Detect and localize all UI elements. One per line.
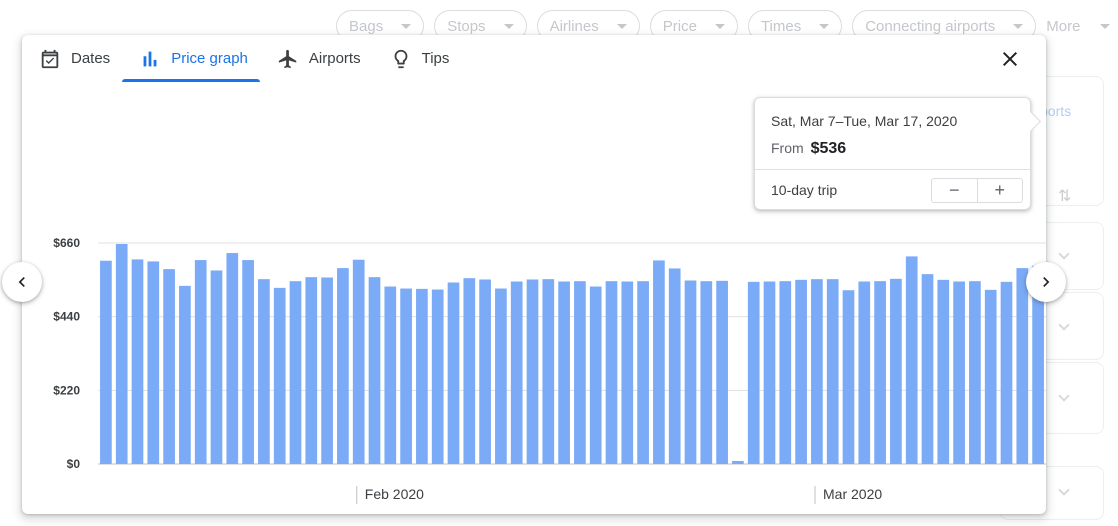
filter-chip-label: Stops: [447, 17, 486, 35]
price-tooltip: Sat, Mar 7–Tue, Mar 17, 2020 From $536 1…: [754, 97, 1031, 210]
price-bar[interactable]: [479, 279, 491, 464]
trip-length-stepper: − +: [931, 178, 1023, 203]
price-bar[interactable]: [605, 281, 618, 464]
price-bar[interactable]: [321, 277, 333, 464]
filter-more-label: More: [1046, 17, 1081, 35]
x-tick-label: Feb 2020: [365, 486, 424, 502]
filter-chip-label: Bags: [349, 17, 384, 35]
price-bar[interactable]: [416, 288, 428, 464]
price-bar[interactable]: [163, 269, 175, 464]
caret-down-icon: [714, 23, 725, 29]
price-bar[interactable]: [131, 259, 144, 464]
tooltip-dates: Sat, Mar 7–Tue, Mar 17, 2020: [771, 113, 958, 129]
price-bar[interactable]: [495, 288, 507, 464]
price-bar[interactable]: [115, 244, 128, 464]
price-bar[interactable]: [289, 281, 302, 464]
price-bar[interactable]: [763, 281, 776, 464]
x-tick-label: Mar 2020: [823, 486, 882, 502]
tooltip-price-prefix: From: [771, 140, 804, 156]
caret-down-icon: [1013, 23, 1024, 29]
y-tick-label: $0: [67, 457, 81, 471]
price-bar[interactable]: [905, 256, 918, 464]
caret-down-icon: [401, 23, 412, 29]
price-bar[interactable]: [700, 281, 713, 464]
price-bar[interactable]: [1000, 281, 1013, 464]
y-tick-label: $220: [53, 383, 80, 397]
caret-down-icon: [616, 23, 627, 29]
price-bar[interactable]: [716, 280, 728, 464]
price-bar[interactable]: [352, 259, 365, 464]
tooltip-price-line: From $536: [771, 140, 846, 158]
price-bar[interactable]: [100, 260, 112, 464]
next-dates-button[interactable]: [1026, 262, 1066, 302]
filter-chip-label: Times: [760, 17, 802, 35]
price-bar[interactable]: [384, 286, 397, 464]
decrease-trip-button[interactable]: −: [932, 179, 977, 202]
filter-more-button[interactable]: More: [1046, 10, 1111, 42]
price-bar[interactable]: [242, 260, 254, 464]
price-bar[interactable]: [258, 279, 270, 464]
caret-down-icon: [1100, 23, 1111, 29]
price-bar[interactable]: [637, 281, 649, 464]
price-bar[interactable]: [510, 281, 523, 464]
chevron-right-icon: [1043, 277, 1050, 287]
price-bar[interactable]: [732, 461, 744, 464]
price-bar[interactable]: [621, 281, 634, 464]
price-bar[interactable]: [826, 279, 839, 464]
y-tick-label: $660: [53, 236, 80, 250]
price-bar[interactable]: [337, 268, 349, 464]
price-bar[interactable]: [747, 281, 760, 464]
price-bar[interactable]: [953, 281, 965, 464]
price-bar[interactable]: [858, 281, 871, 464]
filter-chip-label: Connecting airports: [865, 17, 996, 35]
price-bar[interactable]: [147, 261, 160, 464]
price-bar[interactable]: [447, 282, 460, 464]
trip-length-label: 10-day trip: [771, 182, 838, 198]
previous-dates-button[interactable]: [2, 262, 42, 302]
caret-down-icon: [819, 23, 830, 29]
price-bar[interactable]: [984, 289, 997, 464]
increase-trip-button[interactable]: +: [976, 179, 1023, 202]
price-bar[interactable]: [779, 281, 792, 464]
filter-chip-label: Price: [662, 17, 697, 35]
divider: [755, 169, 1030, 170]
price-bar[interactable]: [463, 278, 476, 464]
price-bar[interactable]: [795, 279, 807, 464]
price-bar[interactable]: [589, 286, 602, 464]
price-bar[interactable]: [542, 279, 555, 464]
caret-down-icon: [503, 23, 514, 29]
price-bar[interactable]: [653, 260, 665, 464]
y-tick-label: $440: [53, 310, 80, 324]
price-bar[interactable]: [668, 268, 681, 464]
price-bar[interactable]: [526, 279, 539, 464]
price-bar[interactable]: [937, 279, 950, 464]
price-bar[interactable]: [874, 281, 886, 464]
price-bar[interactable]: [890, 278, 902, 464]
price-bar[interactable]: [969, 281, 981, 464]
price-bar[interactable]: [684, 280, 697, 464]
price-bar[interactable]: [558, 281, 570, 464]
sort-icon: ⇅: [1058, 188, 1072, 205]
price-bar[interactable]: [921, 274, 934, 464]
price-bar[interactable]: [574, 281, 586, 464]
price-bar[interactable]: [194, 260, 207, 464]
price-bar[interactable]: [1016, 268, 1029, 464]
price-bar[interactable]: [305, 277, 318, 464]
price-bar[interactable]: [210, 270, 223, 464]
tooltip-price: $536: [810, 140, 847, 157]
price-bar[interactable]: [179, 285, 191, 464]
price-bar[interactable]: [273, 287, 286, 464]
price-bar[interactable]: [226, 253, 239, 464]
price-bar[interactable]: [368, 277, 381, 464]
price-bar[interactable]: [811, 279, 823, 464]
price-bar[interactable]: [400, 288, 412, 464]
price-bar[interactable]: [431, 289, 444, 464]
filter-chip-label: Airlines: [549, 17, 599, 35]
price-bar[interactable]: [842, 290, 855, 464]
chevron-left-icon: [18, 277, 25, 287]
